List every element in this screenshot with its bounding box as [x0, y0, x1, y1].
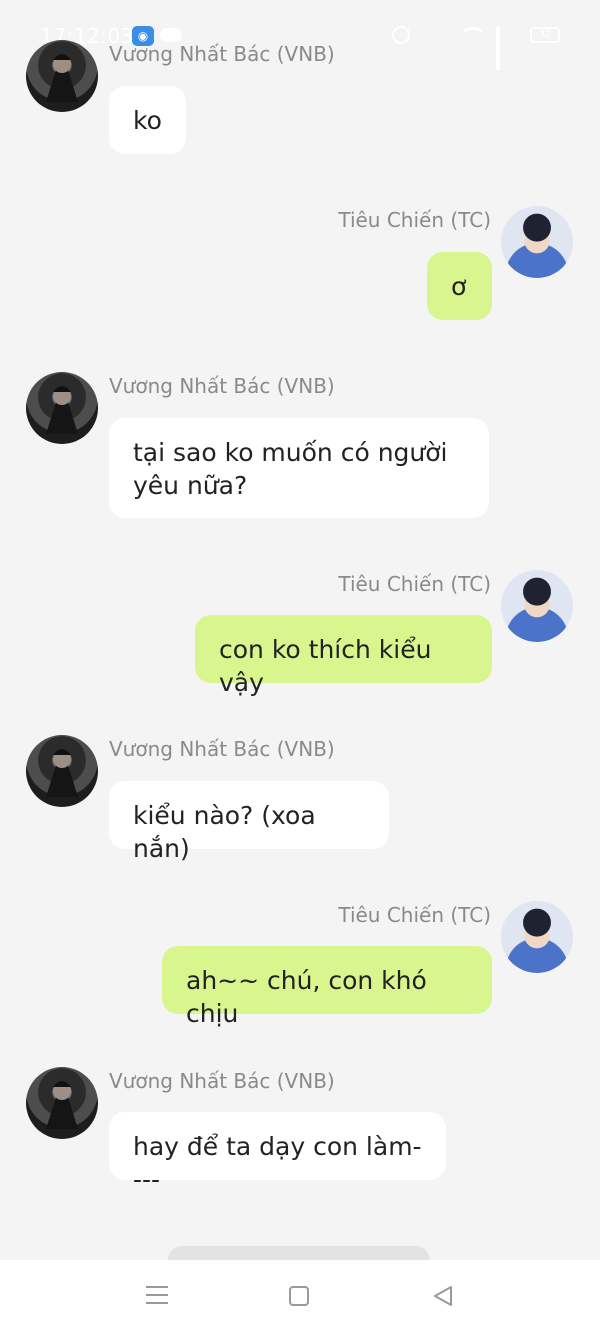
alarm-icon [392, 26, 410, 44]
sender-name: Vương Nhất Bác (VNB) [109, 42, 335, 66]
message-line: yêu nữa? [133, 471, 248, 500]
avatar-tc[interactable] [501, 570, 573, 642]
avatar-vnb[interactable] [26, 735, 98, 807]
message-line: tại sao ko muốn có người [133, 438, 448, 467]
navigation-bar [0, 1260, 600, 1333]
sender-name: Vương Nhất Bác (VNB) [109, 737, 335, 761]
message-bubble[interactable]: tại sao ko muốn có người yêu nữa? [109, 418, 489, 518]
sender-name: Tiêu Chiến (TC) [338, 903, 491, 927]
home-square-icon[interactable] [289, 1286, 309, 1306]
message-bubble[interactable]: ko [109, 86, 186, 154]
avatar-vnb[interactable] [26, 1067, 98, 1139]
avatar-vnb[interactable] [26, 40, 98, 112]
sender-name: Tiêu Chiến (TC) [338, 572, 491, 596]
avatar-vnb[interactable] [26, 372, 98, 444]
status-indicators: 32 [392, 26, 560, 70]
sender-name: Vương Nhất Bác (VNB) [109, 374, 335, 398]
message-bubble[interactable]: con ko thích kiểu vậy [195, 615, 492, 697]
menu-icon[interactable] [146, 1286, 168, 1306]
signal-icon [496, 27, 518, 70]
avatar-tc[interactable] [501, 206, 573, 278]
sender-name: Vương Nhất Bác (VNB) [109, 1069, 335, 1093]
battery-icon: 32 [530, 27, 560, 43]
wifi-icon [462, 27, 484, 43]
sender-name: Tiêu Chiến (TC) [338, 208, 491, 232]
avatar-tc[interactable] [501, 901, 573, 973]
message-bubble[interactable]: ah~~ chú, con khó chịu [162, 946, 492, 1028]
back-triangle-icon[interactable] [431, 1284, 455, 1308]
cloud-icon [160, 28, 182, 42]
message-bubble[interactable]: hay để ta dạy con làm---- [109, 1112, 446, 1194]
message-bubble[interactable]: kiểu nào? (xoa nắn) [109, 781, 389, 863]
message-bubble[interactable]: ơ [427, 252, 492, 320]
